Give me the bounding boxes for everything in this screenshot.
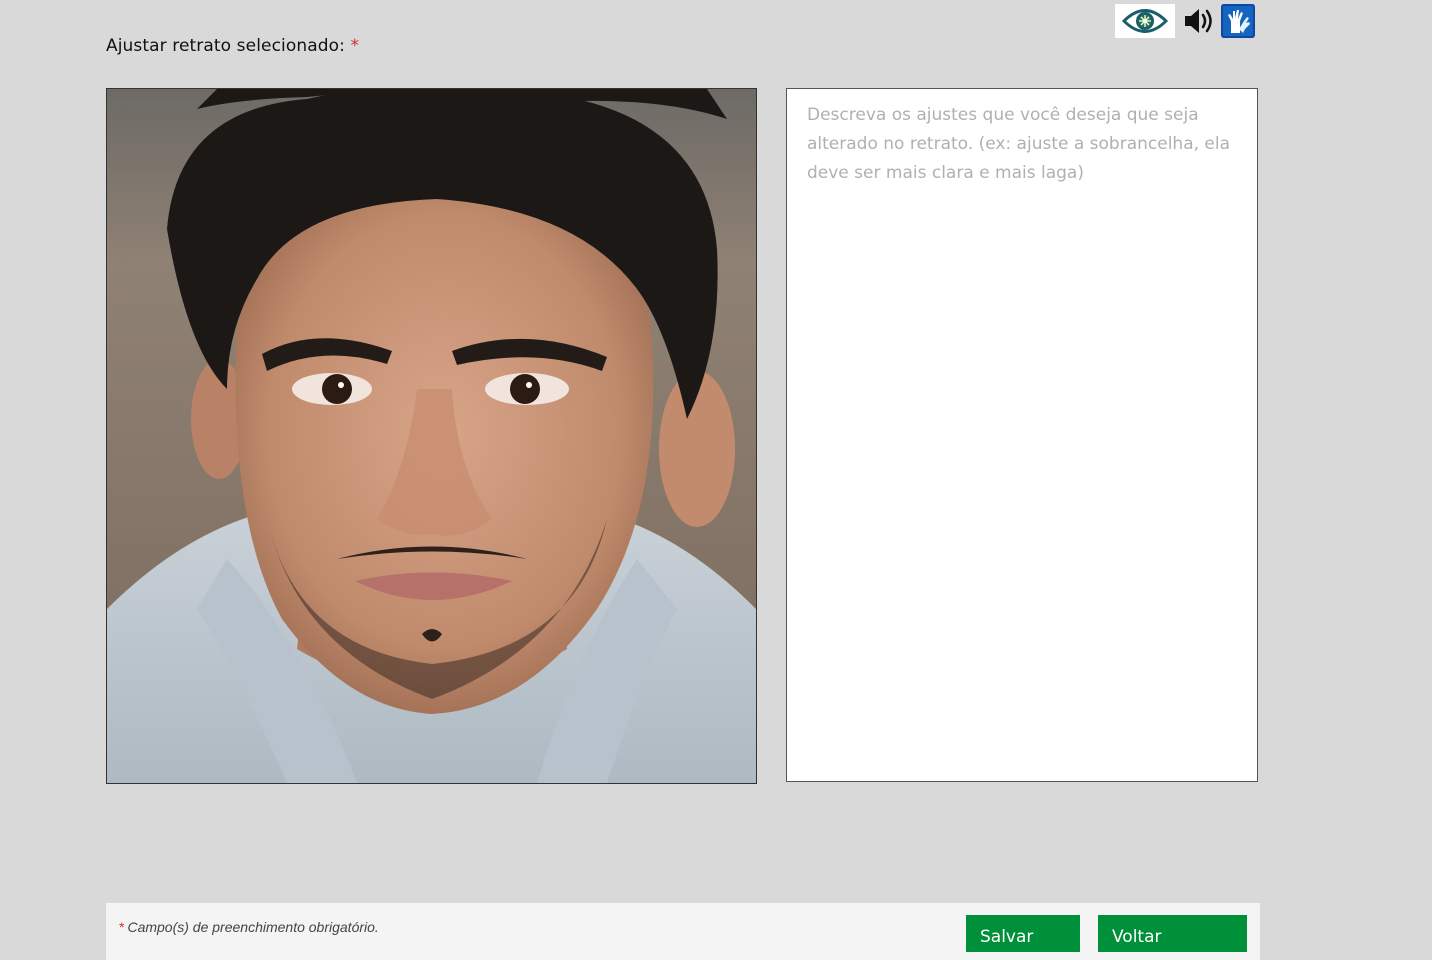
field-label-text: Ajustar retrato selecionado: bbox=[106, 36, 345, 56]
field-label: Ajustar retrato selecionado: * bbox=[106, 36, 359, 56]
adjustments-textarea[interactable] bbox=[786, 88, 1258, 782]
page: Ajustar retrato selecionado: * Descreva … bbox=[0, 0, 1432, 960]
selected-portrait-image bbox=[106, 88, 757, 784]
required-fields-note: * Campo(s) de preenchimento obrigatório. bbox=[119, 919, 379, 935]
save-button[interactable]: Salvar bbox=[966, 915, 1080, 952]
form-footer: * Campo(s) de preenchimento obrigatório. … bbox=[106, 903, 1260, 960]
sign-language-icon[interactable] bbox=[1221, 4, 1255, 38]
speaker-icon[interactable] bbox=[1179, 4, 1219, 38]
accessibility-toolbar bbox=[1115, 4, 1255, 38]
back-button[interactable]: Voltar bbox=[1098, 915, 1247, 952]
required-note-text: Campo(s) de preenchimento obrigatório. bbox=[127, 919, 379, 935]
required-asterisk: * bbox=[350, 36, 360, 56]
required-asterisk: * bbox=[119, 919, 125, 935]
eye-icon[interactable] bbox=[1115, 4, 1175, 38]
